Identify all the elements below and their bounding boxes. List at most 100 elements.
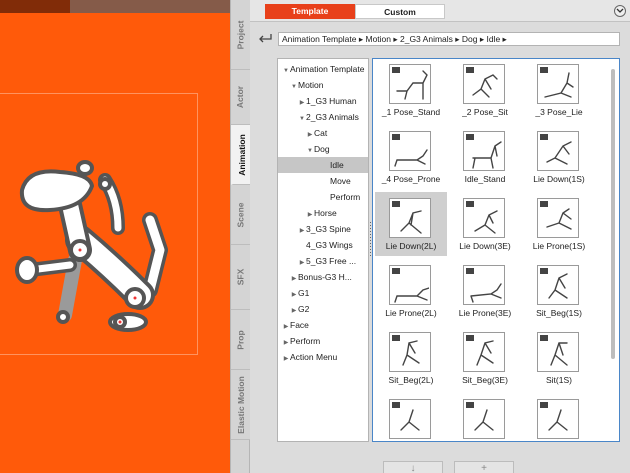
template-item[interactable]: Lie Down(1S) — [523, 125, 595, 189]
tab-elastic-motion[interactable]: Elastic Motion — [231, 370, 250, 440]
dog-pose-icon — [400, 210, 422, 234]
tab-project[interactable]: Project — [231, 0, 250, 70]
template-item-label: _1 Pose_Stand — [381, 107, 441, 117]
dog-pose-icon — [472, 141, 502, 169]
tab-sfx[interactable]: SFX — [231, 245, 250, 310]
dog-pose-icon — [472, 74, 498, 98]
tree-item-label: Animation Template — [290, 64, 365, 74]
tab-actor[interactable]: Actor — [231, 70, 250, 125]
template-item[interactable] — [523, 393, 595, 441]
collapse-button[interactable] — [614, 5, 626, 17]
template-item[interactable] — [375, 393, 447, 441]
tree-item-label: 1_G3 Human — [306, 96, 357, 106]
template-thumbnail — [389, 64, 431, 104]
template-item-label: Lie Down(2L) — [385, 241, 437, 251]
template-item-label: Lie Prone(2L) — [385, 308, 437, 318]
template-thumbnail — [537, 64, 579, 104]
template-item[interactable]: Lie Down(2L) — [375, 192, 447, 256]
tree-item-label: 3_G3 Spine — [306, 224, 351, 234]
tree-item[interactable]: ▶ 3_G3 Spine — [278, 221, 368, 237]
template-item[interactable]: Sit_Beg(2L) — [375, 326, 447, 390]
tree-item[interactable]: ▶ 5_G3 Free ... — [278, 253, 368, 269]
tree-item[interactable]: ▼Motion — [278, 77, 368, 93]
app-window: Project Actor Animation Scene SFX Prop E… — [0, 0, 630, 473]
template-item[interactable]: Lie Prone(1S) — [523, 192, 595, 256]
tab-animation[interactable]: Animation — [231, 125, 250, 185]
tree-item[interactable]: ▶ Perform — [278, 333, 368, 349]
stage-canvas[interactable] — [0, 0, 230, 473]
tree-item[interactable]: Idle — [278, 157, 368, 173]
template-item[interactable]: _1 Pose_Stand — [375, 59, 447, 122]
back-arrow-icon — [259, 34, 272, 43]
chevron-down-icon — [616, 8, 624, 13]
dog-pose-icon — [548, 273, 568, 299]
template-item-label: _3 Pose_Lie — [535, 107, 583, 117]
tree-item[interactable]: Perform — [278, 189, 368, 205]
folder-tree[interactable]: ▼Animation Template ▼Motion ▶ 1_G3 Human ▼2_… — [277, 58, 369, 442]
template-item-label: Lie Prone(3E) — [458, 308, 512, 318]
tab-template[interactable]: Template — [265, 4, 355, 19]
template-item-label: _2 Pose_Sit — [462, 107, 508, 117]
add-button[interactable]: + — [454, 461, 514, 473]
template-thumbnail — [389, 131, 431, 171]
template-item[interactable]: Sit_Beg(1S) — [523, 259, 595, 323]
template-item[interactable]: Lie Prone(3E) — [449, 259, 521, 323]
tree-item-label: Dog — [314, 144, 330, 154]
template-item[interactable]: Sit(1S) — [523, 326, 595, 390]
dog-pose-icon — [396, 70, 428, 100]
download-icon: ↓ — [410, 462, 416, 473]
template-item[interactable]: Sit_Beg(3E) — [449, 326, 521, 390]
tree-item[interactable]: Move — [278, 173, 368, 189]
template-item[interactable]: Lie Prone(2L) — [375, 259, 447, 323]
back-button[interactable] — [256, 30, 274, 46]
template-item-label: Sit_Beg(3E) — [462, 375, 508, 385]
template-item[interactable]: _3 Pose_Lie — [523, 59, 595, 122]
tree-item[interactable]: ▼2_G3 Animals — [278, 109, 368, 125]
vertical-tab-strip: Project Actor Animation Scene SFX Prop E… — [230, 0, 250, 473]
tree-item[interactable]: 4_G3 Wings — [278, 237, 368, 253]
template-item[interactable]: _2 Pose_Sit — [449, 59, 521, 122]
template-item[interactable]: Lie Down(3E) — [449, 192, 521, 256]
download-button[interactable]: ↓ — [383, 461, 443, 473]
tree-item[interactable]: ▶ Horse — [278, 205, 368, 221]
tree-item-label: 2_G3 Animals — [306, 112, 359, 122]
template-thumbnail — [463, 64, 505, 104]
template-grid[interactable]: _1 Pose_Stand _2 Pose_Sit _3 Pose_Lie _4 Po… — [372, 58, 620, 442]
panel-header: Template Custom — [250, 0, 630, 22]
tree-item[interactable]: ▶ Cat — [278, 125, 368, 141]
template-item[interactable]: Idle_Stand — [449, 125, 521, 189]
template-thumbnail — [463, 131, 505, 171]
template-thumbnail — [537, 332, 579, 372]
grid-scrollbar[interactable] — [611, 69, 615, 359]
tab-scene[interactable]: Scene — [231, 185, 250, 245]
tab-custom[interactable]: Custom — [355, 4, 445, 19]
template-item[interactable] — [449, 393, 521, 441]
breadcrumb[interactable]: Animation Template ▸ Motion ▸ 2_G3 Anima… — [278, 32, 620, 46]
template-thumbnail — [389, 198, 431, 238]
tree-item[interactable]: ▶ Action Menu — [278, 349, 368, 365]
dog-pose-icon — [550, 342, 568, 366]
tree-item[interactable]: ▶ G1 — [278, 285, 368, 301]
tree-item[interactable]: ▶ Bonus-G3 H... — [278, 269, 368, 285]
template-item-label: Idle_Stand — [464, 174, 506, 184]
tree-item[interactable]: ▼Animation Template — [278, 61, 368, 77]
template-item-label: Lie Down(1S) — [533, 174, 585, 184]
template-thumbnail — [463, 399, 505, 439]
tree-item-label: Bonus-G3 H... — [298, 272, 352, 282]
tree-item[interactable]: ▼Dog — [278, 141, 368, 157]
tree-item[interactable]: ▶ Face — [278, 317, 368, 333]
tab-prop[interactable]: Prop — [231, 310, 250, 370]
dog-pose-icon — [470, 283, 502, 303]
tree-item[interactable]: ▶ G2 — [278, 301, 368, 317]
template-thumbnail — [537, 131, 579, 171]
dog-character[interactable] — [0, 150, 200, 340]
caret-right-icon[interactable]: ▶ — [282, 351, 290, 367]
template-thumbnail — [389, 332, 431, 372]
template-item[interactable]: _4 Pose_Prone — [375, 125, 447, 189]
dog-pose-icon — [402, 340, 420, 366]
content-manager-panel: Template Custom Animation Template ▸ Mot… — [250, 0, 630, 473]
template-item-label: Sit(1S) — [546, 375, 572, 385]
tree-item[interactable]: ▶ 1_G3 Human — [278, 93, 368, 109]
template-item-label: Lie Down(3E) — [459, 241, 511, 251]
dog-pose-icon — [544, 72, 574, 98]
